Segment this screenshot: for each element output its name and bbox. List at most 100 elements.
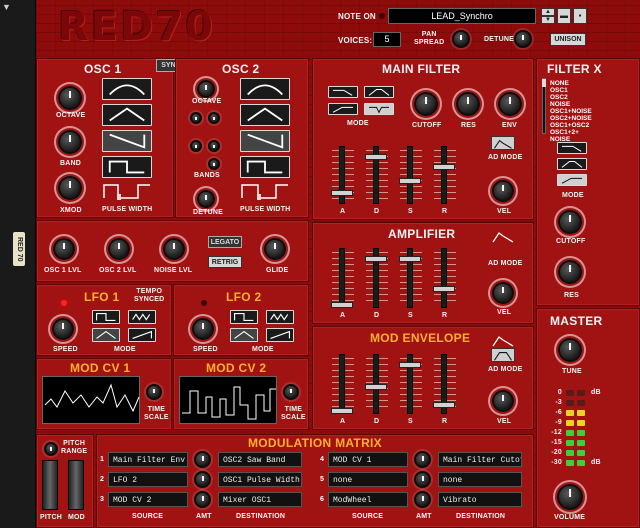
lfo1-square-button[interactable]: [92, 310, 120, 324]
main-filter-sustain-fader[interactable]: [399, 178, 421, 184]
mod-envelope-decay-fader[interactable]: [365, 384, 387, 390]
lfo2-random-button[interactable]: [266, 310, 294, 324]
amplifier-vel-knob[interactable]: [492, 282, 514, 304]
osc2-octave-knob[interactable]: [197, 80, 215, 98]
mod-matrix-amount-knob[interactable]: [194, 491, 211, 508]
mod-matrix-destination-select[interactable]: Mixer OSC1: [218, 492, 302, 507]
mod-matrix-source-select[interactable]: ModWheel: [328, 492, 408, 507]
amplifier-decay-fader[interactable]: [365, 256, 387, 262]
filter-x-res-knob[interactable]: [558, 260, 582, 284]
mod-matrix-destination-select[interactable]: Vibrato: [438, 492, 522, 507]
main-filter-env-knob[interactable]: [498, 92, 522, 116]
filter-x-option[interactable]: NOISE: [550, 101, 592, 108]
osc1-square-wave-button[interactable]: [102, 156, 152, 178]
amplifier-release-fader[interactable]: [433, 286, 455, 292]
mod-matrix-source-select[interactable]: LFO 2: [108, 472, 188, 487]
amplifier-sustain-fader[interactable]: [399, 256, 421, 262]
mod-envelope-ad-mode-button[interactable]: [491, 348, 515, 362]
mod-matrix-amount-knob[interactable]: [414, 471, 431, 488]
osc2-sine-wave-button[interactable]: [240, 78, 290, 100]
modcv2-display[interactable]: [179, 376, 277, 424]
main-filter-release-fader[interactable]: [433, 164, 455, 170]
mod-envelope-ad-mode-icon[interactable]: [491, 334, 515, 348]
retrig-button[interactable]: RETRIG: [208, 256, 242, 268]
patch-up-button[interactable]: ▲: [541, 8, 555, 16]
filter-x-option[interactable]: OSC1+NOISE: [550, 108, 592, 115]
lfo2-saw-button[interactable]: [266, 328, 294, 342]
mod-matrix-amount-knob[interactable]: [414, 451, 431, 468]
lfo1-random-button[interactable]: [128, 310, 156, 324]
mod-matrix-source-select[interactable]: MOD CV 2: [108, 492, 188, 507]
main-filter-attack-fader[interactable]: [331, 190, 353, 196]
mod-matrix-destination-select[interactable]: Main Filter Cutof: [438, 452, 522, 467]
mod-matrix-amount-knob[interactable]: [194, 471, 211, 488]
mod-matrix-source-select[interactable]: Main Filter Env: [108, 452, 188, 467]
pitch-wheel[interactable]: [42, 460, 58, 510]
unison-detune-knob[interactable]: [514, 30, 532, 48]
mod-matrix-destination-select[interactable]: none: [438, 472, 522, 487]
lfo1-saw-button[interactable]: [128, 328, 156, 342]
glide-knob[interactable]: [264, 238, 286, 260]
main-filter-decay-fader[interactable]: [365, 154, 387, 160]
save-patch-button[interactable]: ▪: [573, 8, 587, 24]
noise-level-knob[interactable]: [163, 238, 185, 260]
osc2-triangle-wave-button[interactable]: [240, 104, 290, 126]
filter-x-highpass-button[interactable]: [557, 174, 587, 186]
lfo2-speed-knob[interactable]: [192, 318, 214, 340]
filter-x-option[interactable]: NONE: [550, 80, 592, 87]
voices-value[interactable]: 5: [373, 32, 401, 47]
lfo2-triangle-button[interactable]: [230, 328, 258, 342]
filter-x-bandpass-button[interactable]: [557, 158, 587, 170]
osc1-band-knob[interactable]: [58, 130, 82, 154]
pan-spread-knob[interactable]: [452, 30, 470, 48]
mod-wheel[interactable]: [68, 460, 84, 510]
legato-button[interactable]: LEGATO: [208, 236, 242, 248]
patch-display[interactable]: LEAD_Synchro: [388, 8, 536, 24]
osc2-pulse-width-display[interactable]: [240, 182, 290, 200]
amplifier-ad-mode-icon[interactable]: [491, 230, 515, 244]
osc1-saw-wave-button[interactable]: [102, 130, 152, 152]
main-filter-cutoff-knob[interactable]: [414, 92, 438, 116]
modcv1-display[interactable]: [42, 376, 140, 424]
lfo1-speed-knob[interactable]: [52, 318, 74, 340]
filter-notch-button[interactable]: [364, 103, 394, 115]
osc2-detune-knob[interactable]: [197, 190, 215, 208]
mod-matrix-amount-knob[interactable]: [414, 491, 431, 508]
mod-matrix-amount-knob[interactable]: [194, 451, 211, 468]
mod-envelope-release-fader[interactable]: [433, 402, 455, 408]
filter-x-source-slider[interactable]: [542, 78, 546, 134]
unison-button[interactable]: UNISON: [550, 33, 586, 46]
filter-bandpass-button[interactable]: [364, 86, 394, 98]
filter-x-source-list[interactable]: NONE OSC1 OSC2 NOISE OSC1+NOISE OSC2+NOI…: [550, 80, 592, 143]
filter-x-cutoff-knob[interactable]: [558, 210, 582, 234]
osc1-triangle-wave-button[interactable]: [102, 104, 152, 126]
mod-matrix-destination-select[interactable]: OSC1 Pulse Width: [218, 472, 302, 487]
fold-arrow-icon[interactable]: ▼: [2, 2, 14, 14]
mod-matrix-destination-select[interactable]: OSC2 Saw Band: [218, 452, 302, 467]
filter-x-option[interactable]: OSC1+OSC2: [550, 122, 592, 129]
mod-matrix-source-select[interactable]: MOD CV 1: [328, 452, 408, 467]
osc1-octave-knob[interactable]: [58, 86, 82, 110]
filter-x-option[interactable]: OSC2: [550, 94, 592, 101]
pitch-range-knob[interactable]: [44, 442, 58, 456]
mod-matrix-source-select[interactable]: none: [328, 472, 408, 487]
filter-highpass-button[interactable]: [328, 103, 358, 115]
modcv2-time-scale-knob[interactable]: [283, 384, 299, 400]
device-name-tag[interactable]: RED 70: [13, 232, 25, 266]
filter-x-option[interactable]: OSC1: [550, 87, 592, 94]
filter-x-option[interactable]: OSC1+2+: [550, 129, 592, 136]
filter-lowpass-button[interactable]: [328, 86, 358, 98]
master-volume-knob[interactable]: [557, 484, 583, 510]
osc2-band5-knob[interactable]: [208, 158, 220, 170]
open-patch-button[interactable]: ▬: [557, 8, 571, 24]
main-filter-vel-knob[interactable]: [492, 180, 514, 202]
osc2-band4-knob[interactable]: [208, 140, 220, 152]
osc2-level-knob[interactable]: [108, 238, 130, 260]
patch-down-button[interactable]: ▼: [541, 16, 555, 24]
osc1-pulse-width-display[interactable]: [102, 182, 152, 200]
filter-x-lowpass-button[interactable]: [557, 142, 587, 154]
filter-x-option[interactable]: OSC2+NOISE: [550, 115, 592, 122]
osc2-band2-knob[interactable]: [208, 112, 220, 124]
main-filter-res-knob[interactable]: [456, 92, 480, 116]
lfo2-square-button[interactable]: [230, 310, 258, 324]
